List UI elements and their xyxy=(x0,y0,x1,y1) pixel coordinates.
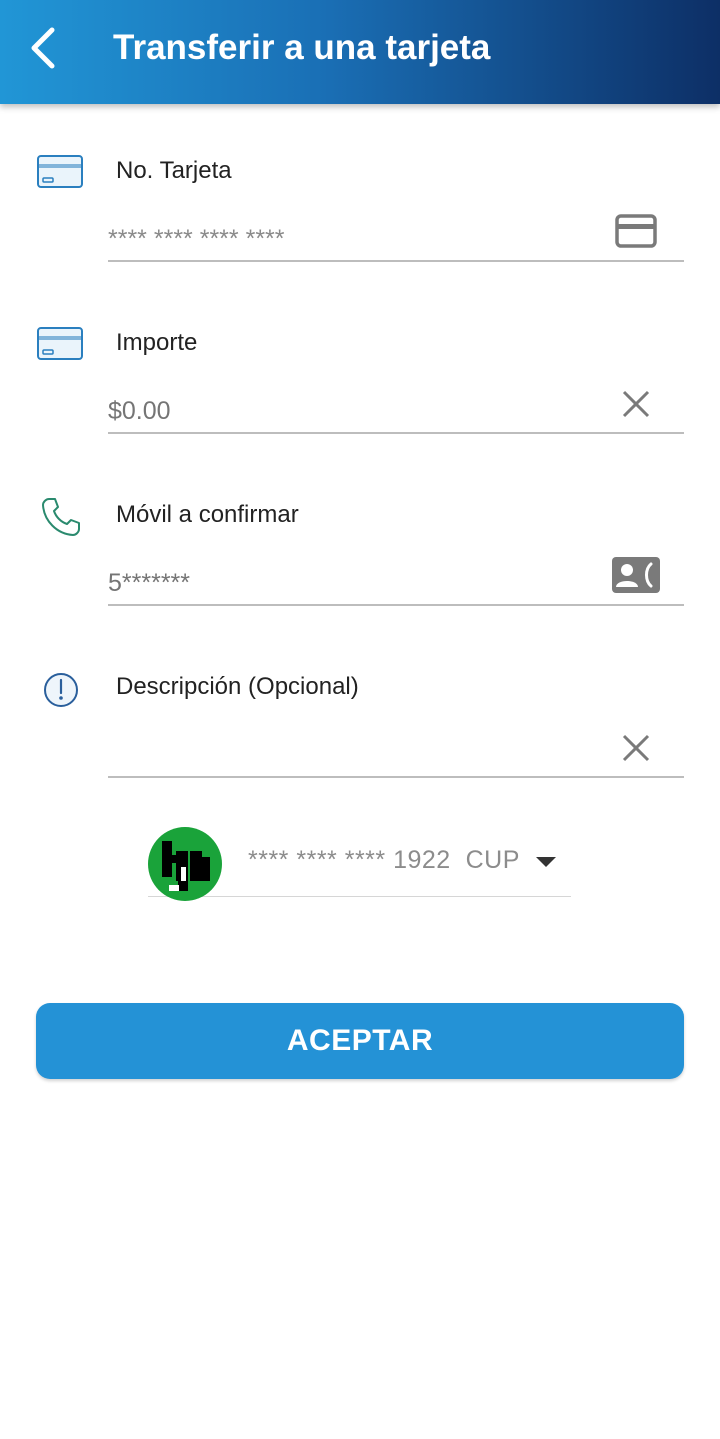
close-icon[interactable] xyxy=(620,732,652,764)
chevron-left-icon xyxy=(31,27,55,69)
description-field: Descripción (Opcional) xyxy=(0,666,720,786)
credit-card-icon xyxy=(37,155,83,188)
description-input[interactable] xyxy=(108,734,684,778)
info-icon xyxy=(44,673,78,707)
credit-card-icon xyxy=(37,327,83,360)
description-label: Descripción (Opcional) xyxy=(116,673,359,700)
bank-logo xyxy=(148,827,222,901)
phone-icon xyxy=(42,498,80,536)
account-selected-value: **** **** **** 1922 CUP xyxy=(248,846,520,874)
card-number-field: No. Tarjeta xyxy=(0,150,720,270)
app-bar: Transferir a una tarjeta xyxy=(0,0,720,104)
amount-label: Importe xyxy=(116,329,198,356)
accept-button[interactable]: ACEPTAR xyxy=(36,1003,684,1079)
back-button[interactable] xyxy=(22,22,70,74)
page-title: Transferir a una tarjeta xyxy=(113,28,491,67)
close-icon[interactable] xyxy=(620,388,652,420)
card-number-label: No. Tarjeta xyxy=(116,157,232,184)
card-icon[interactable] xyxy=(614,213,658,249)
account-dropdown[interactable]: **** **** **** 1922 CUP xyxy=(148,824,571,901)
contact-card-icon[interactable] xyxy=(611,556,661,594)
dropdown-arrow-icon xyxy=(536,857,556,867)
mobile-field: Móvil a confirmar xyxy=(0,494,720,614)
mobile-input[interactable] xyxy=(108,562,684,606)
amount-field: Importe xyxy=(0,322,720,442)
amount-input[interactable] xyxy=(108,390,684,434)
mobile-label: Móvil a confirmar xyxy=(116,501,299,528)
card-number-input[interactable] xyxy=(108,218,684,262)
